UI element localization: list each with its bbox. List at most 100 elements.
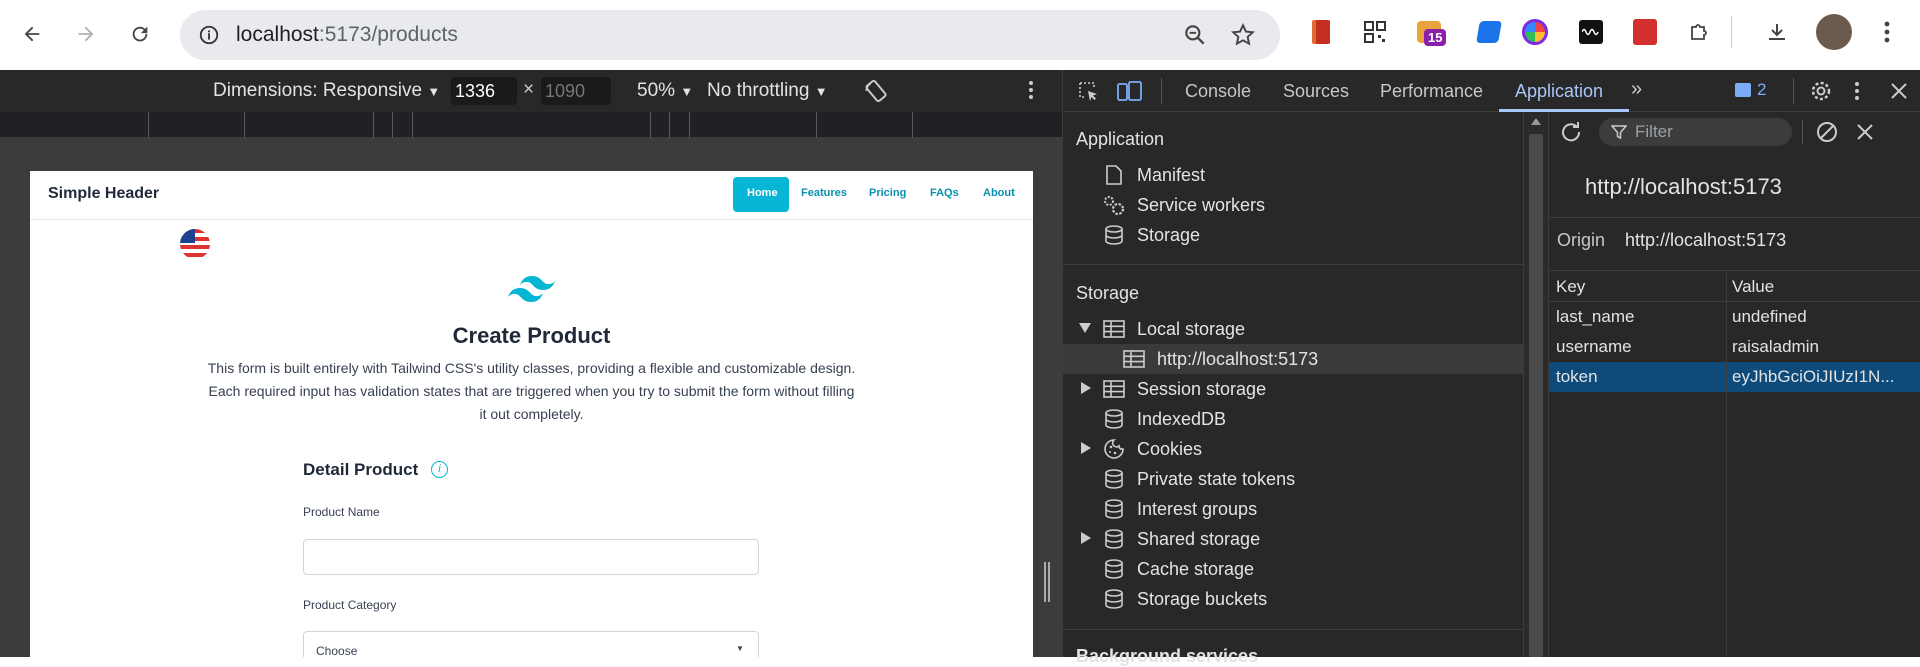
extension-badge-icon[interactable]: 15: [1414, 17, 1447, 47]
browser-menu-icon[interactable]: [1872, 17, 1902, 47]
devtools-menu-icon[interactable]: [1854, 81, 1860, 106]
sidebar-item-service-workers[interactable]: Service workers: [1101, 190, 1265, 220]
toolbar-divider: [1731, 16, 1732, 48]
address-bar[interactable]: localhost:5173/products: [180, 10, 1280, 60]
sidebar-item-label: Shared storage: [1137, 528, 1261, 549]
sidebar-item-storage-buckets[interactable]: Storage buckets: [1101, 584, 1267, 614]
row-key: last_name: [1556, 307, 1635, 326]
scrollbar-thumb[interactable]: [1529, 134, 1543, 657]
caret-down-icon: ▼: [427, 84, 441, 99]
dimensions-select[interactable]: Dimensions: Responsive ▼: [213, 80, 440, 102]
us-flag-icon[interactable]: [180, 229, 210, 259]
resize-handle[interactable]: [1042, 562, 1052, 602]
product-category-select[interactable]: Choose ▼: [303, 631, 759, 657]
bookmark-star-icon[interactable]: [1230, 22, 1256, 53]
inspect-element-icon[interactable]: [1077, 80, 1101, 109]
collapsed-triangle-icon[interactable]: [1081, 442, 1091, 454]
local-storage-panel: Filter http://localhost:5173 Origin http…: [1548, 112, 1920, 657]
product-name-input[interactable]: [303, 539, 759, 575]
sidebar-item-private-state-tokens[interactable]: Private state tokens: [1101, 464, 1295, 494]
detail-product-title: Detail Product: [303, 460, 419, 479]
table-row[interactable]: last_name undefined: [1549, 302, 1920, 332]
reload-icon[interactable]: [120, 14, 160, 54]
origin-heading: http://localhost:5173: [1585, 174, 1782, 199]
close-devtools-icon[interactable]: [1889, 81, 1909, 106]
sidebar-item-shared-storage[interactable]: Shared storage: [1081, 524, 1261, 554]
sidebar-item-localhost-origin[interactable]: http://localhost:5173: [1121, 344, 1318, 374]
rotate-icon[interactable]: [862, 78, 890, 110]
table-row-selected[interactable]: token eyJhbGciOiJIUzI1N...: [1549, 362, 1920, 392]
database-icon: [1101, 588, 1127, 610]
sidebar-item-label: Session storage: [1137, 378, 1267, 399]
forward-icon[interactable]: [66, 14, 106, 54]
table-icon: [1101, 318, 1127, 340]
sidebar-item-local-storage[interactable]: Local storage: [1079, 314, 1245, 344]
sidebar-item-cache-storage[interactable]: Cache storage: [1101, 554, 1254, 584]
back-icon[interactable]: [12, 14, 52, 54]
sidebar-item-interest-groups[interactable]: Interest groups: [1101, 494, 1257, 524]
throttling-select[interactable]: No throttling ▼: [707, 80, 828, 102]
width-input[interactable]: 1336: [451, 77, 517, 105]
sidebar-item-cookies[interactable]: Cookies: [1081, 434, 1202, 464]
sidebar-item-storage[interactable]: Storage: [1101, 220, 1200, 250]
throttling-label: No throttling: [707, 80, 810, 101]
sidebar-item-label: http://localhost:5173: [1157, 348, 1319, 369]
zoom-icon[interactable]: [1182, 22, 1208, 53]
sidebar-scrollbar[interactable]: [1523, 112, 1548, 657]
qr-code-icon[interactable]: [1360, 17, 1390, 47]
extensions-puzzle-icon[interactable]: [1684, 17, 1714, 47]
expanded-triangle-icon[interactable]: [1079, 323, 1091, 333]
delete-selected-icon[interactable]: [1855, 122, 1875, 147]
refresh-icon[interactable]: [1559, 120, 1583, 149]
section-storage-title: Storage: [1076, 283, 1140, 303]
tab-divider: [1793, 78, 1794, 104]
height-input[interactable]: 1090: [541, 77, 611, 105]
browser-toolbar: localhost:5173/products 15: [0, 0, 1920, 70]
caret-down-icon: ▼: [680, 84, 694, 99]
settings-gear-icon[interactable]: [1809, 79, 1833, 108]
filter-input[interactable]: Filter: [1599, 118, 1792, 146]
tab-application[interactable]: Application: [1515, 81, 1603, 102]
sidebar-item-indexeddb[interactable]: IndexedDB: [1101, 404, 1226, 434]
dimensions-label: Dimensions: Responsive: [213, 80, 423, 101]
nav-faqs[interactable]: FAQs: [930, 187, 959, 199]
section-divider: [1063, 629, 1524, 630]
caret-down-icon: ▼: [814, 84, 828, 99]
table-row[interactable]: username raisaladmin: [1549, 332, 1920, 362]
info-icon[interactable]: i: [431, 461, 448, 478]
clear-all-icon[interactable]: [1815, 120, 1839, 149]
download-icon[interactable]: [1762, 17, 1792, 47]
extension-blue-icon[interactable]: [1474, 17, 1504, 47]
device-more-icon[interactable]: [1028, 80, 1034, 106]
column-value-header[interactable]: Value: [1732, 277, 1774, 297]
zoom-select[interactable]: 50% ▼: [637, 80, 693, 102]
nav-features[interactable]: Features: [801, 187, 847, 199]
collapsed-triangle-icon[interactable]: [1081, 382, 1091, 394]
sidebar-item-manifest[interactable]: Manifest: [1101, 160, 1205, 190]
pdf-icon[interactable]: [1630, 17, 1660, 47]
database-icon: [1101, 528, 1127, 550]
sidebar-item-session-storage[interactable]: Session storage: [1081, 374, 1267, 404]
issues-button[interactable]: 2: [1735, 80, 1766, 100]
nav-pricing[interactable]: Pricing: [869, 187, 906, 199]
nav-about[interactable]: About: [983, 187, 1015, 199]
collapsed-triangle-icon[interactable]: [1081, 532, 1091, 544]
database-icon: [1101, 468, 1127, 490]
column-key-header[interactable]: Key: [1556, 277, 1585, 297]
device-toggle-icon[interactable]: [1117, 80, 1143, 109]
times-separator: ×: [523, 79, 535, 100]
scroll-up-arrow-icon[interactable]: [1531, 118, 1541, 125]
profile-avatar[interactable]: [1816, 14, 1852, 50]
nav-home[interactable]: Home: [747, 187, 778, 199]
sidebar-item-label: Interest groups: [1137, 498, 1258, 519]
color-picker-icon[interactable]: [1520, 17, 1550, 47]
tab-sources[interactable]: Sources: [1283, 81, 1349, 102]
page-description: This form is built entirely with Tailwin…: [30, 357, 1033, 426]
wave-extension-icon[interactable]: [1576, 17, 1606, 47]
tab-console[interactable]: Console: [1185, 81, 1251, 102]
site-info-icon[interactable]: [194, 20, 224, 50]
media-query-ruler: [0, 112, 1062, 138]
more-tabs-icon[interactable]: »: [1631, 78, 1642, 101]
extension-book-icon[interactable]: [1306, 17, 1336, 47]
tab-performance[interactable]: Performance: [1380, 81, 1483, 102]
